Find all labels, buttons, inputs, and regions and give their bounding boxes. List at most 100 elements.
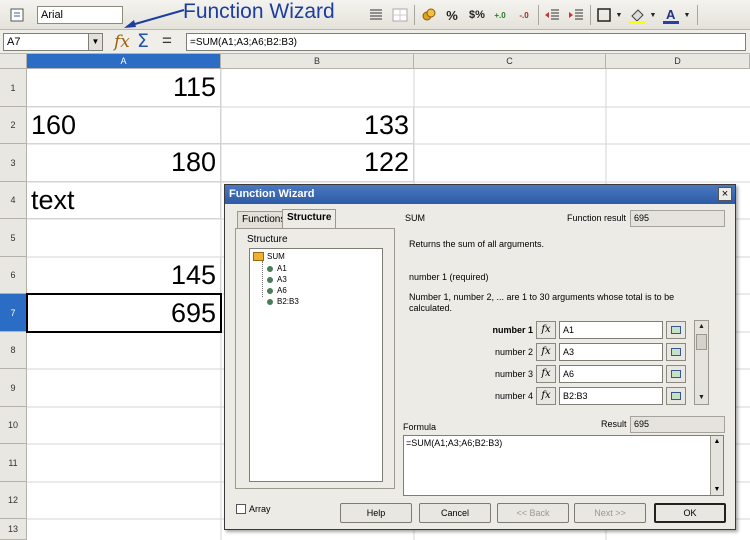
scroll-down-icon[interactable]: ▼ — [695, 392, 708, 404]
arg-label-number-2: number 2 — [494, 347, 533, 357]
arg-label-number-3: number 3 — [494, 369, 533, 379]
formula-scrollbar[interactable]: ▲ ▼ — [710, 436, 723, 495]
column-header-b[interactable]: B — [221, 54, 414, 69]
structure-tree[interactable]: SUM A1 A3 A6 B2:B3 — [249, 248, 383, 482]
tree-node-icon — [267, 287, 273, 294]
arg-function-icon[interactable]: fx — [536, 387, 556, 405]
font-name-input[interactable]: Arial — [37, 6, 123, 24]
cell-a1[interactable]: 115 — [27, 69, 221, 107]
result-value: 695 — [630, 416, 725, 433]
arg-function-icon[interactable]: fx — [536, 343, 556, 361]
background-dropdown-icon[interactable]: ▼ — [648, 4, 658, 26]
borders-icon[interactable] — [594, 4, 614, 26]
row-header-10[interactable]: 10 — [0, 407, 27, 444]
borders-dropdown-icon[interactable]: ▼ — [614, 4, 624, 26]
cell-a3[interactable]: 180 — [27, 144, 221, 182]
decrease-indent-icon[interactable] — [542, 4, 562, 26]
tree-root-sum[interactable]: SUM — [253, 252, 285, 261]
arg-function-icon[interactable]: fx — [536, 321, 556, 339]
formula-textarea[interactable]: =SUM(A1;A3;A6;B2:B3) ▲ ▼ — [403, 435, 724, 496]
cell-a2[interactable]: 160 — [27, 107, 221, 144]
merge-cells-icon[interactable] — [390, 4, 410, 26]
tree-root-label: SUM — [267, 252, 285, 261]
function-icon[interactable]: = — [162, 31, 172, 51]
row-header-13[interactable]: 13 — [0, 519, 27, 540]
increase-indent-icon[interactable] — [566, 4, 586, 26]
close-icon[interactable]: × — [718, 187, 732, 201]
cell-b2[interactable]: 133 — [221, 107, 414, 144]
callout-arrow-icon — [124, 9, 185, 28]
column-header-a[interactable]: A — [27, 54, 221, 69]
ok-button[interactable]: OK — [654, 503, 726, 523]
tree-node-icon — [267, 298, 273, 305]
percent-format-icon[interactable]: % — [443, 4, 461, 26]
sum-icon[interactable]: Σ — [137, 30, 149, 52]
back-button[interactable]: << Back — [497, 503, 569, 523]
row-header-7[interactable]: 7 — [0, 294, 27, 332]
row-header-9[interactable]: 9 — [0, 369, 27, 407]
tree-item-b2-b3[interactable]: B2:B3 — [267, 297, 299, 306]
shrink-icon[interactable] — [666, 343, 686, 361]
function-description: Returns the sum of all arguments. — [409, 239, 545, 249]
formula-bar: A7 ▼ fx Σ = =SUM(A1;A3;A6;B2:B3) — [0, 30, 750, 54]
tree-item-a6[interactable]: A6 — [267, 286, 287, 295]
row-header-6[interactable]: 6 — [0, 257, 27, 294]
arg-label-number-4: number 4 — [494, 391, 533, 401]
arg-input-number-3[interactable]: A6 — [559, 365, 663, 383]
cancel-button[interactable]: Cancel — [419, 503, 491, 523]
formula-label: Formula — [403, 422, 437, 432]
shrink-icon[interactable] — [666, 387, 686, 405]
array-checkbox[interactable] — [236, 504, 246, 514]
add-decimal-icon[interactable]: +.0 — [489, 4, 511, 26]
tree-item-label: B2:B3 — [277, 297, 299, 306]
select-all-corner[interactable] — [0, 54, 27, 69]
dialog-title: Function Wizard — [229, 188, 315, 200]
formula-input[interactable]: =SUM(A1;A3;A6;B2:B3) — [186, 33, 746, 51]
align-justify-icon[interactable] — [366, 4, 386, 26]
font-color-dropdown-icon[interactable]: ▼ — [682, 4, 692, 26]
function-wizard-dialog: Function Wizard × Functions Structure St… — [224, 184, 736, 530]
arg-label-number-1: number 1 — [492, 325, 533, 335]
name-box-dropdown-icon[interactable]: ▼ — [88, 34, 102, 50]
help-button[interactable]: Help — [340, 503, 412, 523]
background-color-icon[interactable] — [626, 4, 648, 26]
tree-item-a1[interactable]: A1 — [267, 264, 287, 273]
scroll-down-icon[interactable]: ▼ — [711, 484, 723, 495]
tree-item-a3[interactable]: A3 — [267, 275, 287, 284]
column-header-c[interactable]: C — [414, 54, 606, 69]
delete-decimal-icon[interactable]: -.0 — [513, 4, 535, 26]
cell-a7-active[interactable]: 695 — [26, 293, 222, 333]
font-color-icon[interactable]: A — [660, 4, 682, 26]
row-header-4[interactable]: 4 — [0, 182, 27, 219]
row-header-12[interactable]: 12 — [0, 482, 27, 519]
row-header-1[interactable]: 1 — [0, 69, 27, 107]
column-header-d[interactable]: D — [606, 54, 750, 69]
standard-format-icon[interactable]: $% — [465, 4, 489, 26]
row-header-5[interactable]: 5 — [0, 219, 27, 257]
scroll-thumb[interactable] — [696, 334, 707, 350]
tab-structure[interactable]: Structure — [282, 209, 337, 228]
row-header-3[interactable]: 3 — [0, 144, 27, 182]
shrink-icon[interactable] — [666, 321, 686, 339]
scroll-up-icon[interactable]: ▲ — [711, 436, 723, 447]
cell-b3[interactable]: 122 — [221, 144, 414, 182]
row-header-8[interactable]: 8 — [0, 332, 27, 369]
arg-input-number-1[interactable]: A1 — [559, 321, 663, 339]
cell-a4[interactable]: text — [27, 182, 221, 219]
cell-a6[interactable]: 145 — [27, 257, 221, 294]
name-box[interactable]: A7 ▼ — [3, 33, 103, 51]
scroll-up-icon[interactable]: ▲ — [695, 321, 708, 333]
currency-format-icon[interactable] — [419, 4, 439, 26]
arg-input-number-2[interactable]: A3 — [559, 343, 663, 361]
cell-reference: A7 — [7, 36, 21, 48]
arguments-scrollbar[interactable]: ▲ ▼ — [694, 320, 709, 405]
next-button[interactable]: Next >> — [574, 503, 646, 523]
row-header-11[interactable]: 11 — [0, 444, 27, 482]
dialog-title-bar[interactable]: Function Wizard × — [225, 185, 735, 204]
row-header-2[interactable]: 2 — [0, 107, 27, 144]
styles-icon[interactable] — [6, 4, 28, 26]
arg-function-icon[interactable]: fx — [536, 365, 556, 383]
arg-input-number-4[interactable]: B2:B3 — [559, 387, 663, 405]
shrink-icon[interactable] — [666, 365, 686, 383]
function-wizard-icon[interactable]: fx — [114, 32, 130, 52]
